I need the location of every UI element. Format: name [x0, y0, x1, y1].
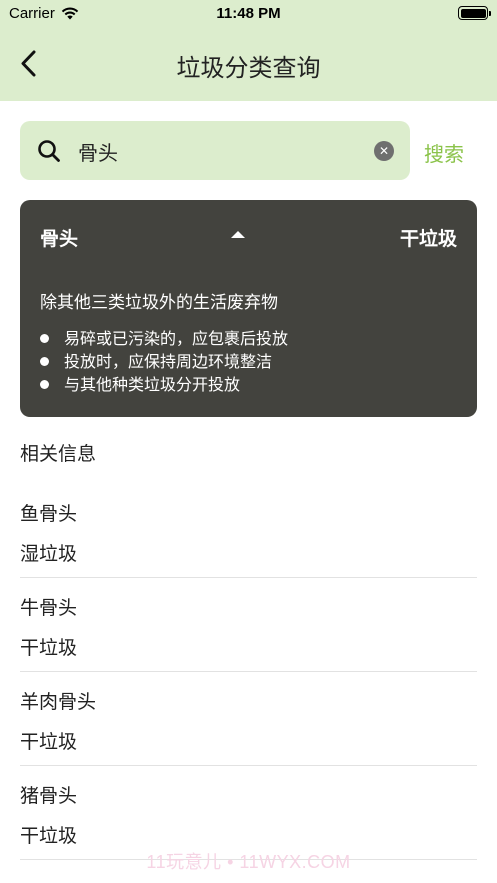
- related-item-name: 羊肉骨头: [20, 691, 97, 713]
- result-item-name: 骨头: [40, 228, 79, 250]
- list-item[interactable]: 鱼骨头 湿垃圾: [20, 484, 477, 578]
- watermark: 11玩意儿 • 11WYX.COM: [146, 852, 351, 872]
- tip-item: 投放时，应保持周边环境整洁: [40, 350, 288, 373]
- result-card: 骨头 干垃圾 除其他三类垃圾外的生活废弃物 易碎或已污染的，应包裹后投放 投放时…: [20, 200, 477, 417]
- search-field-container[interactable]: ✕: [20, 121, 410, 180]
- search-icon: [38, 140, 60, 162]
- tip-text: 投放时，应保持周边环境整洁: [64, 352, 273, 371]
- related-item-category: 干垃圾: [20, 731, 78, 753]
- bullet-icon: [40, 334, 49, 343]
- battery-icon: [458, 6, 491, 20]
- clear-search-button[interactable]: ✕: [374, 141, 394, 161]
- related-item-name: 牛骨头: [20, 597, 78, 619]
- page-title: 垃圾分类查询: [176, 54, 321, 82]
- bullet-icon: [40, 357, 49, 366]
- result-category: 干垃圾: [399, 228, 457, 250]
- status-time: 11:48 PM: [216, 5, 281, 22]
- related-item-category: 湿垃圾: [20, 543, 78, 565]
- list-item[interactable]: 羊肉骨头 干垃圾: [20, 672, 477, 766]
- search-button[interactable]: 搜索: [424, 138, 464, 167]
- tip-item: 与其他种类垃圾分开投放: [40, 373, 288, 396]
- status-bar: Carrier 11:48 PM: [0, 0, 497, 28]
- tip-item: 易碎或已污染的，应包裹后投放: [40, 327, 288, 350]
- related-item-name: 猪骨头: [20, 785, 78, 807]
- battery-level: [460, 8, 486, 18]
- disposal-tips: 易碎或已污染的，应包裹后投放 投放时，应保持周边环境整洁 与其他种类垃圾分开投放: [40, 327, 288, 396]
- related-item-name: 鱼骨头: [20, 503, 78, 525]
- related-list: 鱼骨头 湿垃圾 牛骨头 干垃圾 羊肉骨头 干垃圾 猪骨头 干垃圾: [20, 484, 477, 860]
- tip-text: 易碎或已污染的，应包裹后投放: [64, 329, 289, 348]
- bullet-icon: [40, 380, 49, 389]
- related-section-title: 相关信息: [20, 443, 97, 465]
- search-input[interactable]: [78, 136, 358, 166]
- related-item-category: 干垃圾: [20, 825, 78, 847]
- category-description: 除其他三类垃圾外的生活废弃物: [40, 293, 278, 313]
- list-item[interactable]: 牛骨头 干垃圾: [20, 578, 477, 672]
- navigation-bar: 垃圾分类查询: [0, 36, 497, 92]
- tip-text: 与其他种类垃圾分开投放: [64, 375, 241, 394]
- list-item[interactable]: 猪骨头 干垃圾: [20, 766, 477, 860]
- close-icon: ✕: [378, 144, 390, 158]
- related-item-category: 干垃圾: [20, 637, 78, 659]
- collapse-arrow-icon[interactable]: [231, 231, 245, 238]
- search-bar: ✕ 搜索: [20, 121, 477, 180]
